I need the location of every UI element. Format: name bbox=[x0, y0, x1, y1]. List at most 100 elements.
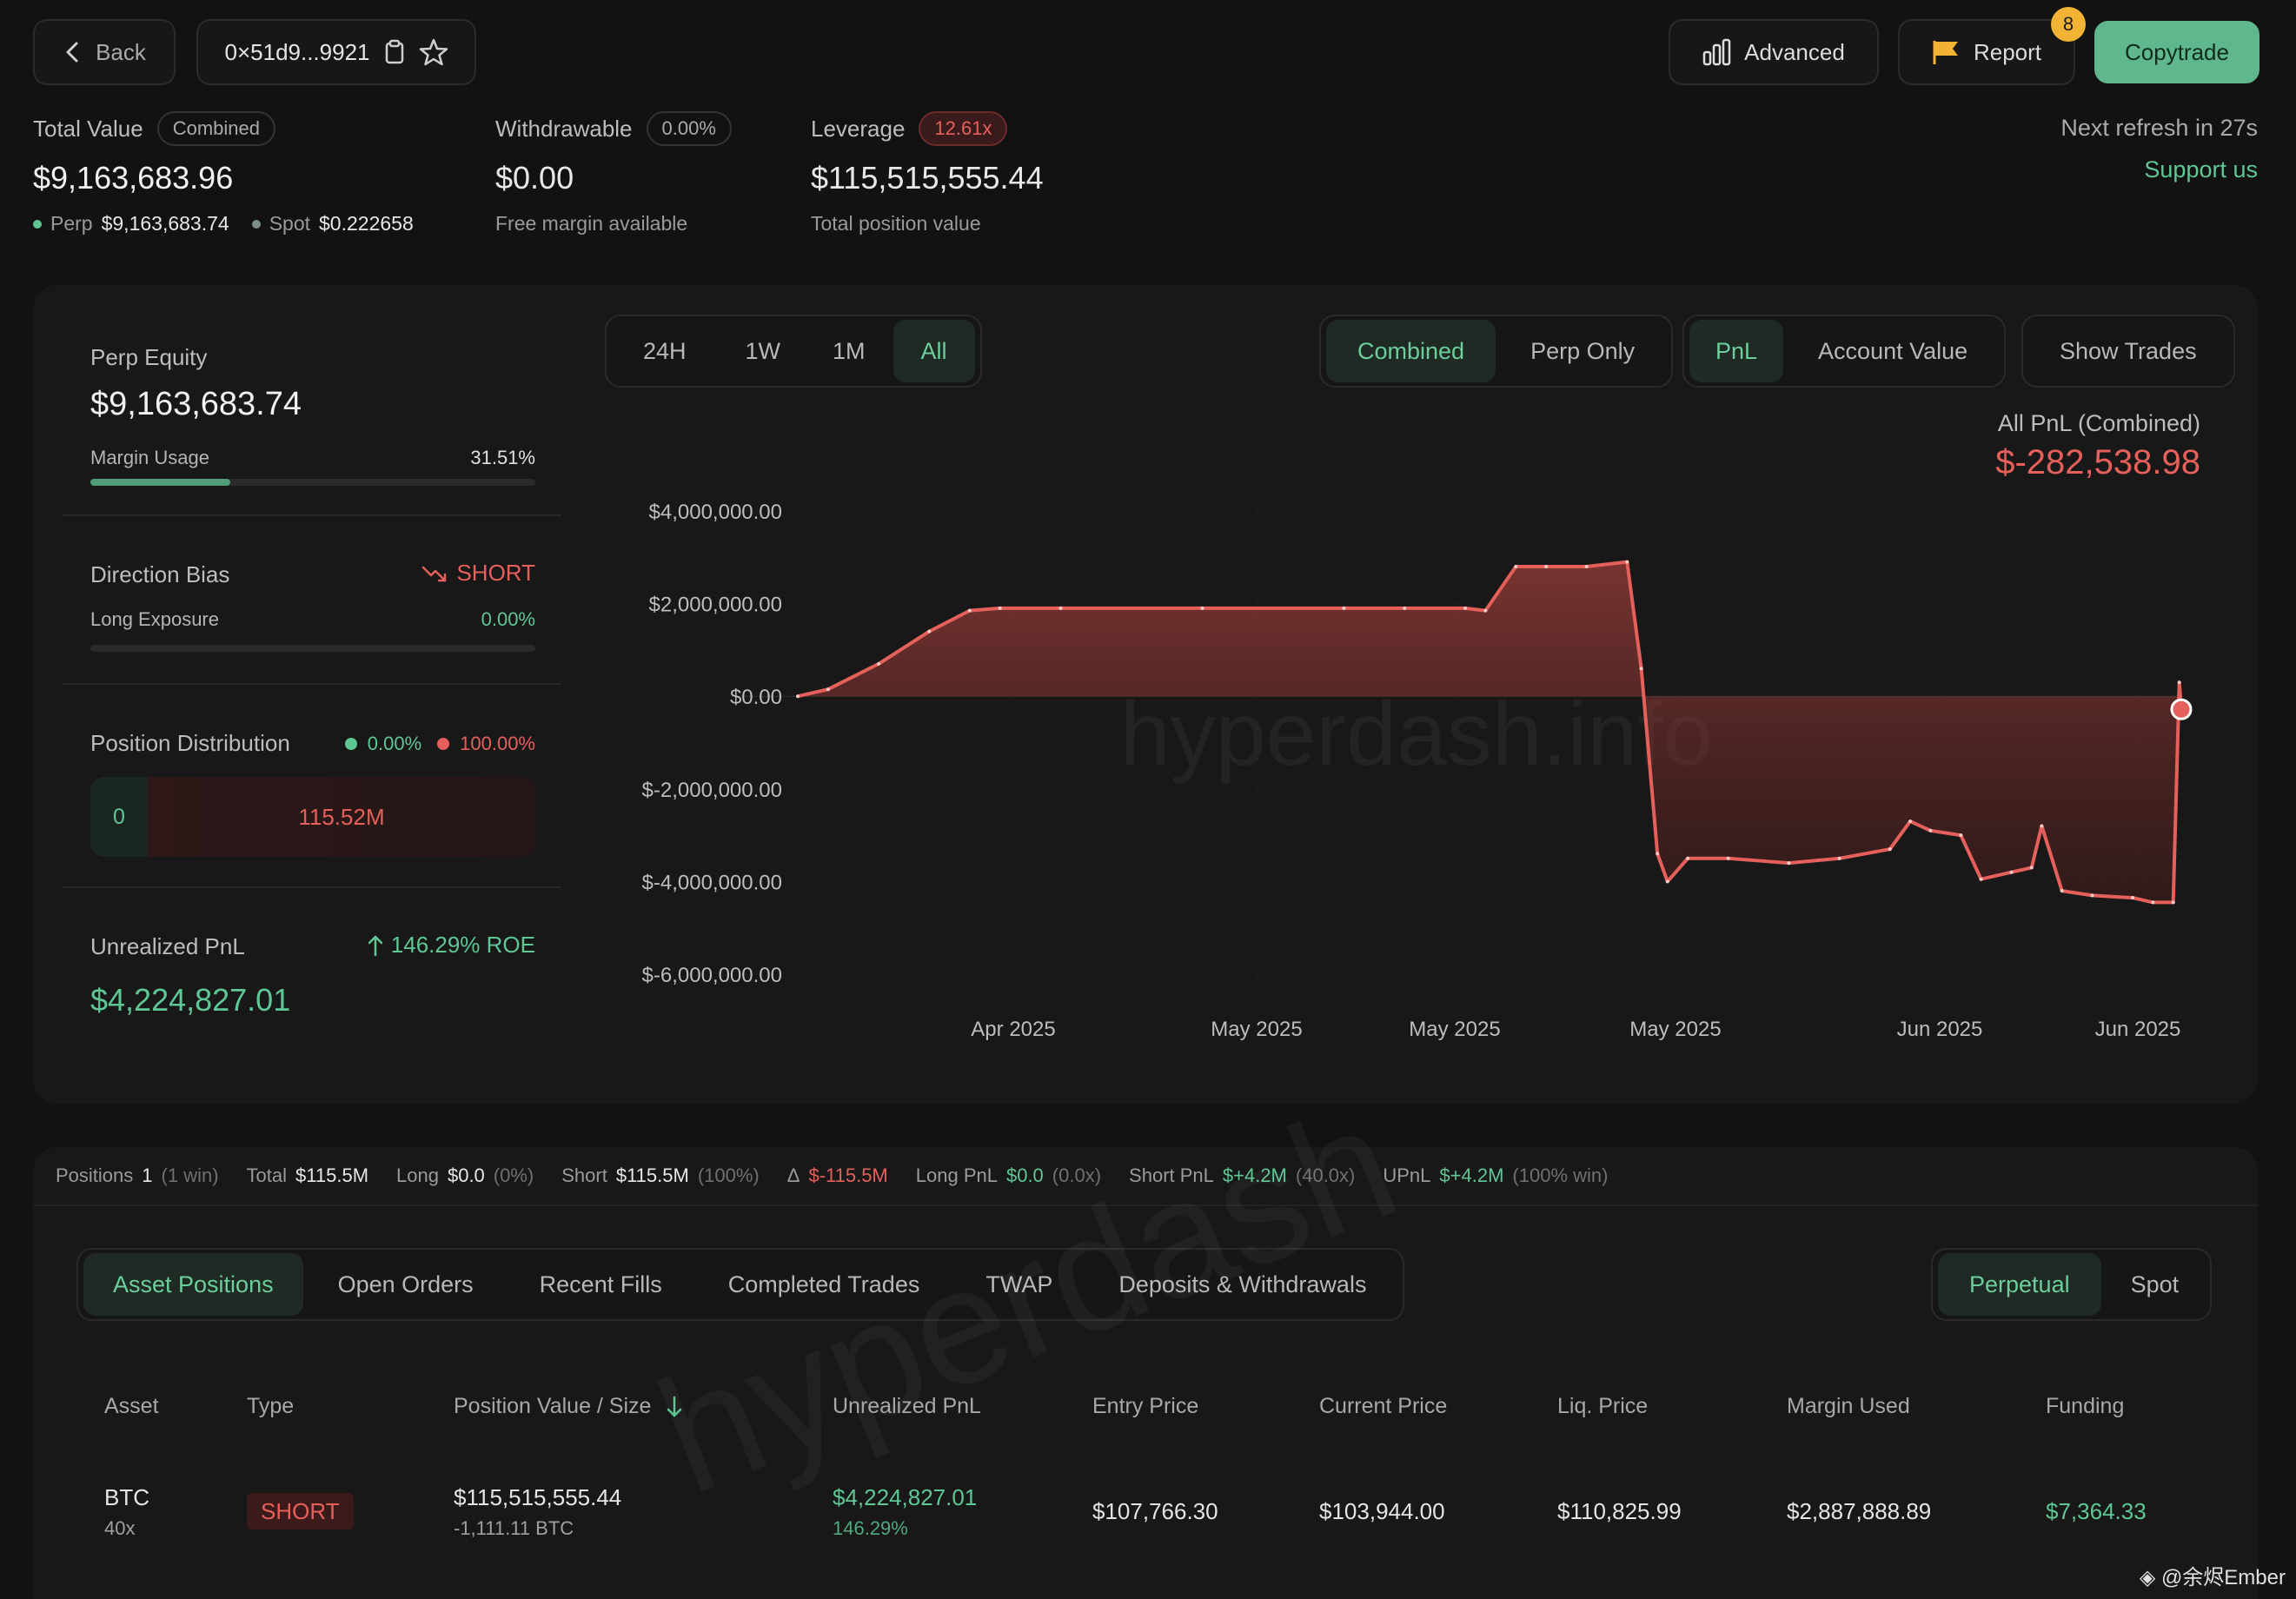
stat-upnl-value: $+4.2M bbox=[1439, 1164, 1504, 1186]
market-perpetual[interactable]: Perpetual bbox=[1938, 1253, 2101, 1316]
spot-label: Spot bbox=[269, 212, 311, 235]
long-dot bbox=[344, 737, 357, 750]
pnl-point bbox=[967, 608, 972, 613]
x-tick-label: Jun 2025 bbox=[1897, 1018, 1983, 1041]
tab-asset-positions[interactable]: Asset Positions bbox=[83, 1253, 303, 1316]
x-tick-label: May 2025 bbox=[1409, 1018, 1500, 1041]
leverage-section: Leverage 12.61x $115,515,555.44 Total po… bbox=[811, 111, 1044, 236]
combined-pill: Combined bbox=[156, 111, 275, 146]
header-unrealized-pnl[interactable]: Unrealized PnL bbox=[833, 1394, 981, 1419]
total-value: $9,163,683.96 bbox=[33, 160, 234, 196]
withdrawable-label: Withdrawable bbox=[495, 115, 633, 142]
margin-usage-label: Margin Usage bbox=[90, 447, 209, 468]
stat-upnl: UPnL $+4.2M (100% win) bbox=[1383, 1164, 1608, 1187]
address-chip[interactable]: 0×51d9...9921 bbox=[196, 19, 476, 85]
range-1w[interactable]: 1W bbox=[721, 320, 806, 382]
pnl-point bbox=[998, 606, 1002, 610]
pnl-point bbox=[2131, 896, 2135, 900]
pnl-point bbox=[1656, 852, 1660, 856]
spot-dot bbox=[251, 219, 261, 229]
row-position-size: -1,111.11 BTC bbox=[454, 1517, 574, 1539]
market-spot[interactable]: Spot bbox=[2105, 1253, 2206, 1316]
distribution-short-segment: 115.52M bbox=[148, 777, 535, 857]
y-tick-label: $-6,000,000.00 bbox=[642, 964, 782, 987]
metric-account-value[interactable]: Account Value bbox=[1787, 320, 1999, 382]
stat-total-label: Total bbox=[246, 1164, 288, 1186]
range-all[interactable]: All bbox=[893, 320, 975, 382]
row-funding: $7,364.33 bbox=[2046, 1498, 2147, 1524]
tab-open-orders[interactable]: Open Orders bbox=[307, 1253, 505, 1316]
mode-perp-only[interactable]: Perp Only bbox=[1499, 320, 1666, 382]
header-position-value[interactable]: Position Value / Size bbox=[454, 1394, 684, 1419]
support-link[interactable]: Support us bbox=[2144, 156, 2258, 183]
pnl-point bbox=[1514, 564, 1518, 568]
row-current-price: $103,944.00 bbox=[1319, 1498, 1445, 1524]
star-icon[interactable] bbox=[419, 37, 448, 67]
pnl-point bbox=[1625, 560, 1629, 564]
pnl-point bbox=[1979, 877, 1983, 881]
pnl-point bbox=[2009, 870, 2014, 874]
time-range-selector: 24H 1W 1M All bbox=[605, 315, 982, 388]
row-margin-used: $2,887,888.89 bbox=[1787, 1498, 1932, 1524]
row-entry-price: $107,766.30 bbox=[1092, 1498, 1218, 1524]
sort-down-icon[interactable] bbox=[665, 1395, 684, 1419]
stat-total-value: $115.5M bbox=[295, 1164, 369, 1186]
roe-indicator: 146.29% ROE bbox=[330, 932, 535, 959]
pnl-value: $-282,538.98 bbox=[1995, 443, 2200, 481]
show-trades-toggle[interactable]: Show Trades bbox=[2021, 315, 2235, 388]
pnl-point bbox=[2151, 900, 2155, 905]
range-24h[interactable]: 24H bbox=[612, 320, 718, 382]
pnl-point bbox=[1726, 856, 1730, 860]
pnl-point bbox=[1584, 564, 1589, 568]
stat-long-value: $0.0 bbox=[447, 1164, 485, 1186]
row-type-badge: SHORT bbox=[247, 1493, 354, 1529]
tab-recent-fills[interactable]: Recent Fills bbox=[508, 1253, 693, 1316]
report-label: Report bbox=[1973, 38, 2042, 65]
long-exposure-label: Long Exposure bbox=[90, 608, 219, 630]
pnl-point bbox=[1058, 606, 1063, 610]
header-margin-used[interactable]: Margin Used bbox=[1787, 1394, 1910, 1419]
stat-longpnl-value: $0.0 bbox=[1005, 1164, 1044, 1186]
dist-long-pct: 0.00% bbox=[367, 732, 422, 754]
mode-combined[interactable]: Combined bbox=[1326, 320, 1496, 382]
header-position-value-label: Position Value / Size bbox=[454, 1394, 652, 1418]
header-type[interactable]: Type bbox=[247, 1394, 294, 1419]
pnl-point bbox=[1200, 606, 1204, 610]
pnl-point bbox=[796, 694, 800, 699]
report-button[interactable]: Report bbox=[1898, 19, 2075, 85]
withdrawable-section: Withdrawable 0.00% $0.00 Free margin ava… bbox=[495, 111, 732, 236]
short-dot bbox=[437, 737, 450, 750]
stat-long-sub: (0%) bbox=[493, 1164, 534, 1186]
margin-usage-track bbox=[90, 479, 535, 486]
y-tick-label: $0.00 bbox=[730, 686, 782, 709]
row-position-value: $115,515,555.44 bbox=[454, 1484, 622, 1510]
copytrade-button[interactable]: Copytrade bbox=[2094, 21, 2260, 83]
copy-icon[interactable] bbox=[384, 39, 405, 65]
left-divider-1 bbox=[63, 514, 561, 516]
header-liq-price[interactable]: Liq. Price bbox=[1557, 1394, 1648, 1419]
copytrade-label: Copytrade bbox=[2125, 38, 2229, 65]
pnl-point bbox=[1403, 606, 1407, 610]
current-pnl-marker[interactable] bbox=[2170, 698, 2193, 720]
x-tick-label: May 2025 bbox=[1211, 1018, 1302, 1041]
y-tick-label: $2,000,000.00 bbox=[649, 594, 782, 617]
pnl-point bbox=[1483, 608, 1488, 613]
advanced-button[interactable]: Advanced bbox=[1669, 19, 1879, 85]
leverage-sub: Total position value bbox=[811, 212, 981, 235]
header-asset[interactable]: Asset bbox=[104, 1394, 159, 1419]
back-button[interactable]: Back bbox=[33, 19, 176, 85]
header-funding[interactable]: Funding bbox=[2046, 1394, 2124, 1419]
metric-pnl[interactable]: PnL bbox=[1689, 320, 1784, 382]
row-pnl-pct: 146.29% bbox=[833, 1517, 908, 1539]
left-divider-3 bbox=[63, 886, 561, 888]
chart-watermark: hyperdash.info bbox=[1120, 684, 1713, 785]
header-current-price[interactable]: Current Price bbox=[1319, 1394, 1447, 1419]
pnl-point bbox=[2029, 866, 2034, 870]
stat-positions-label: Positions bbox=[56, 1164, 134, 1186]
direction-bias-label: Direction Bias bbox=[90, 561, 230, 587]
range-1m[interactable]: 1M bbox=[808, 320, 890, 382]
total-value-label: Total Value bbox=[33, 115, 143, 142]
pnl-chart[interactable]: hyperdash.info $4,000,000.00 $2,000,000.0… bbox=[608, 487, 2242, 1060]
margin-usage-value: 31.51% bbox=[470, 447, 535, 468]
header-entry-price[interactable]: Entry Price bbox=[1092, 1394, 1198, 1419]
